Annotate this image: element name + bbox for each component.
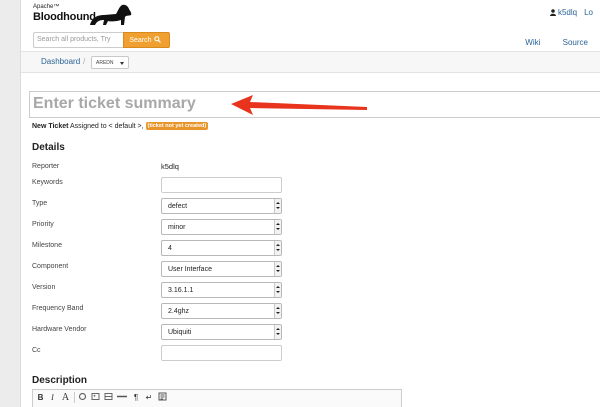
reporter-value: k5dlq xyxy=(161,162,179,171)
milestone-select[interactable]: 4 xyxy=(161,240,282,256)
search-bar: Search all products, Try Search xyxy=(33,32,170,48)
page: Apache™ Bloodhound k5dlq Lo Search all pr… xyxy=(20,0,600,407)
image-icon xyxy=(91,393,100,400)
wiki-link[interactable]: Wiki xyxy=(525,38,540,47)
assigned-to-text: Assigned to < default >, xyxy=(70,123,144,130)
search-icon xyxy=(154,36,162,43)
logo-apache-text: Apache™ xyxy=(33,4,60,10)
paragraph-button[interactable]: ¶ xyxy=(131,392,141,403)
link-button[interactable] xyxy=(77,392,88,403)
component-label: Component xyxy=(32,263,69,270)
bold-button[interactable]: B xyxy=(36,392,45,403)
new-ticket-label: New Ticket xyxy=(32,123,69,130)
select-arrows-icon xyxy=(274,199,281,213)
annotation-arrow-icon xyxy=(231,95,367,115)
keywords-input[interactable] xyxy=(161,177,282,193)
search-button[interactable]: Search xyxy=(123,32,170,48)
breadcrumb-separator: / xyxy=(83,57,86,66)
description-toolbar: B I A ¶ ↵ xyxy=(32,389,402,407)
keywords-label: Keywords xyxy=(32,179,63,186)
priority-select[interactable]: minor xyxy=(161,219,282,235)
component-select[interactable]: User Interface xyxy=(161,261,282,277)
link-icon xyxy=(78,392,87,401)
breadcrumb: Dashboard / AREDN xyxy=(21,52,600,73)
top-links: Wiki Source xyxy=(505,38,588,47)
milestone-select-value: 4 xyxy=(168,245,172,252)
heading-button[interactable]: A xyxy=(60,392,71,403)
version-label: Version xyxy=(32,284,56,291)
select-arrows-icon xyxy=(274,241,281,255)
table-icon xyxy=(104,393,113,400)
component-select-value: User Interface xyxy=(168,266,212,273)
code-block-icon xyxy=(158,392,167,401)
frequency-band-select[interactable]: 2.4ghz xyxy=(161,303,282,319)
priority-label: Priority xyxy=(32,221,54,228)
product-selector-label: AREDN xyxy=(96,60,114,66)
username-link[interactable]: k5dlq xyxy=(558,8,577,17)
select-arrows-icon xyxy=(274,220,281,234)
bloodhound-logo[interactable]: Apache™ Bloodhound xyxy=(33,3,143,29)
bloodhound-dog-icon xyxy=(90,4,132,26)
milestone-label: Milestone xyxy=(32,242,62,249)
cc-label: Cc xyxy=(32,347,41,354)
type-label: Type xyxy=(32,200,48,207)
reporter-label: Reporter xyxy=(32,163,60,170)
user-icon xyxy=(549,9,556,16)
search-button-label: Search xyxy=(129,37,152,44)
logout-link[interactable]: Lo xyxy=(584,8,593,17)
type-select-value: defect xyxy=(168,203,188,210)
priority-select-value: minor xyxy=(168,224,186,231)
details-heading: Details xyxy=(32,142,65,153)
user-menu[interactable]: k5dlq Lo xyxy=(549,8,600,17)
select-arrows-icon xyxy=(274,283,281,297)
version-select[interactable]: 3.16.1.1 xyxy=(161,282,282,298)
status-badge: (ticket not yet created) xyxy=(145,122,209,130)
horizontal-rule-icon xyxy=(117,395,127,398)
line-break-button[interactable]: ↵ xyxy=(144,392,154,403)
code-block-button[interactable] xyxy=(157,392,168,403)
product-selector[interactable]: AREDN xyxy=(91,56,129,69)
hardware-vendor-select-value: Ubiquiti xyxy=(168,329,192,336)
image-button[interactable] xyxy=(90,392,101,403)
ticket-status-line: New Ticket Assigned to < default >, (tic… xyxy=(32,122,209,130)
select-arrows-icon xyxy=(274,304,281,318)
select-arrows-icon xyxy=(274,325,281,339)
toolbar-divider xyxy=(74,392,75,403)
hardware-vendor-label: Hardware Vendor xyxy=(32,326,87,333)
type-select[interactable]: defect xyxy=(161,198,282,214)
description-heading: Description xyxy=(32,375,88,386)
select-arrows-icon xyxy=(274,262,281,276)
breadcrumb-dashboard-link[interactable]: Dashboard xyxy=(41,57,80,66)
italic-button[interactable]: I xyxy=(48,392,57,403)
logo-bloodhound-text: Bloodhound xyxy=(33,11,96,23)
horizontal-rule-button[interactable] xyxy=(116,392,128,403)
search-input[interactable]: Search all products, Try xyxy=(33,32,124,48)
frequency-band-label: Frequency Band xyxy=(32,305,84,312)
version-select-value: 3.16.1.1 xyxy=(168,287,194,294)
frequency-band-select-value: 2.4ghz xyxy=(168,308,190,315)
chevron-down-icon xyxy=(120,62,124,65)
hardware-vendor-select[interactable]: Ubiquiti xyxy=(161,324,282,340)
cc-input[interactable] xyxy=(161,345,282,361)
source-link[interactable]: Source xyxy=(563,38,588,47)
table-button[interactable] xyxy=(103,392,114,403)
